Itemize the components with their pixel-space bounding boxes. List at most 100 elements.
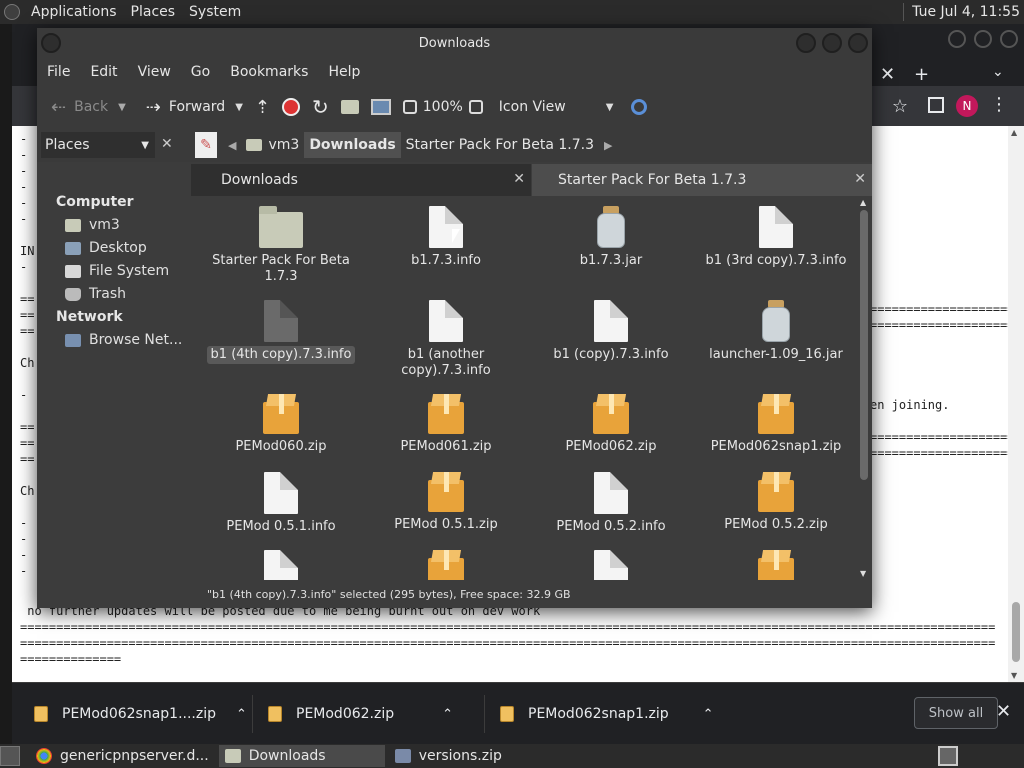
new-tab-icon[interactable]: + xyxy=(914,64,929,85)
taskbar-item-archive[interactable]: versions.zip xyxy=(389,745,508,767)
menu-go[interactable]: Go xyxy=(181,64,220,80)
tab-starter-pack[interactable]: Starter Pack For Beta 1.7.3 ✕ xyxy=(532,164,872,196)
close-button[interactable] xyxy=(1000,30,1018,48)
breadcrumb-left-icon[interactable]: ◀ xyxy=(223,132,241,158)
chevron-up-icon[interactable]: ⌃ xyxy=(442,707,453,722)
breadcrumb-right-icon[interactable]: ▶ xyxy=(599,132,617,158)
file-item[interactable]: PEMod062.zip xyxy=(531,394,691,456)
system-menu[interactable]: System xyxy=(182,4,248,20)
sidebar-item-filesystem[interactable]: File System xyxy=(65,263,169,279)
sidebar-item-browse-network[interactable]: Browse Net... xyxy=(65,332,182,348)
file-item[interactable]: PEMod 0.5.1.info xyxy=(201,472,361,536)
chevron-up-icon[interactable]: ⌃ xyxy=(703,707,714,722)
zoom-in-button[interactable] xyxy=(463,92,489,122)
clock[interactable]: Tue Jul 4, 11:55 xyxy=(912,4,1020,20)
file-item[interactable]: PEMod061.zip xyxy=(366,394,526,456)
window-menu-button[interactable] xyxy=(41,33,61,53)
maximize-button[interactable] xyxy=(822,33,842,53)
tab-search-icon[interactable]: ⌄ xyxy=(992,64,1004,80)
side-panel-icon[interactable] xyxy=(928,97,944,113)
download-item[interactable]: PEMod062snap1....zip ⌃ xyxy=(34,697,247,731)
back-history-dropdown-icon[interactable]: ▼ xyxy=(118,102,126,113)
show-desktop-icon[interactable] xyxy=(0,746,20,766)
file-item[interactable]: b1 (another copy).7.3.info xyxy=(366,300,526,380)
computer-button[interactable] xyxy=(365,92,397,122)
browser-scrollbar[interactable]: ▲ ▼ xyxy=(1008,126,1024,682)
reload-button[interactable]: ↻ xyxy=(306,92,335,122)
menu-file[interactable]: File xyxy=(37,64,80,80)
sidebar-selector[interactable]: Places ▼ xyxy=(41,132,155,158)
view-mode-select[interactable]: Icon View ▼ xyxy=(493,92,620,122)
maximize-button[interactable] xyxy=(974,30,992,48)
file-view-scrollbar[interactable]: ▲ ▼ xyxy=(856,196,872,580)
scroll-up-icon[interactable]: ▲ xyxy=(860,198,866,207)
file-item[interactable]: b1 (4th copy).7.3.info xyxy=(201,300,361,364)
file-item[interactable]: PEMod 0.5.2.zip xyxy=(696,472,856,534)
file-item-partial[interactable] xyxy=(696,550,856,580)
page-text-line: - xyxy=(20,132,28,146)
file-item[interactable]: b1.7.3.jar xyxy=(531,206,691,270)
chevron-up-icon[interactable]: ⌃ xyxy=(236,707,247,722)
stop-button[interactable] xyxy=(276,92,306,122)
back-button[interactable]: ⇠ Back ▼ xyxy=(45,92,132,122)
scroll-up-icon[interactable]: ▲ xyxy=(1011,128,1017,137)
show-all-button[interactable]: Show all xyxy=(914,697,998,729)
profile-avatar[interactable]: N xyxy=(956,95,978,117)
menu-edit[interactable]: Edit xyxy=(80,64,127,80)
menu-help[interactable]: Help xyxy=(318,64,370,80)
download-item[interactable]: PEMod062.zip ⌃ xyxy=(268,697,453,731)
breadcrumb-vm3[interactable]: vm3 xyxy=(241,132,304,158)
file-item[interactable]: Starter Pack For Beta 1.7.3 xyxy=(201,206,361,286)
tab-downloads[interactable]: Downloads ✕ xyxy=(191,164,531,196)
file-item[interactable]: launcher-1.09_16.jar xyxy=(696,300,856,364)
scroll-down-icon[interactable]: ▼ xyxy=(860,569,866,578)
search-button[interactable] xyxy=(625,92,653,122)
close-tab-icon[interactable]: ✕ xyxy=(880,64,895,85)
close-tab-icon[interactable]: ✕ xyxy=(854,171,866,187)
file-item-partial[interactable] xyxy=(531,550,691,580)
up-button[interactable]: ⇡ xyxy=(249,92,276,122)
sidebar-item-vm3[interactable]: vm3 xyxy=(65,217,120,233)
file-item[interactable]: PEMod062snap1.zip xyxy=(696,394,856,456)
page-text-line: == xyxy=(20,308,35,322)
browser-menu-icon[interactable]: ⋮ xyxy=(990,94,1008,115)
location-edit-icon[interactable]: ✎ xyxy=(195,132,217,158)
applications-menu[interactable]: Applications xyxy=(24,4,124,20)
file-item[interactable]: b1 (copy).7.3.info xyxy=(531,300,691,364)
file-item[interactable]: PEMod 0.5.1.zip xyxy=(366,472,526,534)
close-download-shelf-icon[interactable]: ✕ xyxy=(996,701,1011,722)
breadcrumb-starter-pack[interactable]: Starter Pack For Beta 1.7.3 xyxy=(401,132,599,158)
breadcrumb-downloads[interactable]: Downloads xyxy=(304,132,401,158)
file-item[interactable]: b1 (3rd copy).7.3.info xyxy=(696,206,856,270)
bookmark-star-icon[interactable]: ☆ xyxy=(892,96,908,117)
file-icon-view[interactable]: Starter Pack For Beta 1.7.3 b1.7.3.info b1… xyxy=(191,196,856,580)
sidebar-item-trash[interactable]: Trash xyxy=(65,286,126,302)
scroll-thumb[interactable] xyxy=(860,210,868,480)
download-item[interactable]: PEMod062snap1.zip ⌃ xyxy=(500,697,714,731)
file-item-partial[interactable] xyxy=(366,550,526,580)
taskbar-item-browser[interactable]: genericpnpserver.d... xyxy=(30,745,215,767)
file-item[interactable]: PEMod 0.5.2.info xyxy=(531,472,691,536)
menu-bookmarks[interactable]: Bookmarks xyxy=(220,64,318,80)
close-button[interactable] xyxy=(848,33,868,53)
file-item-partial[interactable] xyxy=(201,550,361,580)
scroll-down-icon[interactable]: ▼ xyxy=(1011,671,1017,680)
home-button[interactable] xyxy=(335,92,365,122)
file-item[interactable]: b1.7.3.info xyxy=(366,206,526,270)
close-sidebar-icon[interactable]: ✕ xyxy=(161,136,173,152)
zoom-out-button[interactable] xyxy=(397,92,423,122)
minimize-button[interactable] xyxy=(948,30,966,48)
file-item[interactable]: PEMod060.zip xyxy=(201,394,361,456)
sidebar-item-desktop[interactable]: Desktop xyxy=(65,240,147,256)
forward-history-dropdown-icon[interactable]: ▼ xyxy=(235,102,243,113)
window-titlebar[interactable]: Downloads xyxy=(37,28,872,58)
distro-logo-icon[interactable] xyxy=(0,0,24,24)
menu-view[interactable]: View xyxy=(128,64,181,80)
forward-button[interactable]: ⇢ Forward ▼ xyxy=(140,92,249,122)
close-tab-icon[interactable]: ✕ xyxy=(513,171,525,187)
workspace-switcher-icon[interactable] xyxy=(938,746,958,766)
minimize-button[interactable] xyxy=(796,33,816,53)
taskbar-item-downloads[interactable]: Downloads xyxy=(218,745,385,767)
places-menu[interactable]: Places xyxy=(124,4,183,20)
browser-scroll-thumb[interactable] xyxy=(1012,602,1020,662)
